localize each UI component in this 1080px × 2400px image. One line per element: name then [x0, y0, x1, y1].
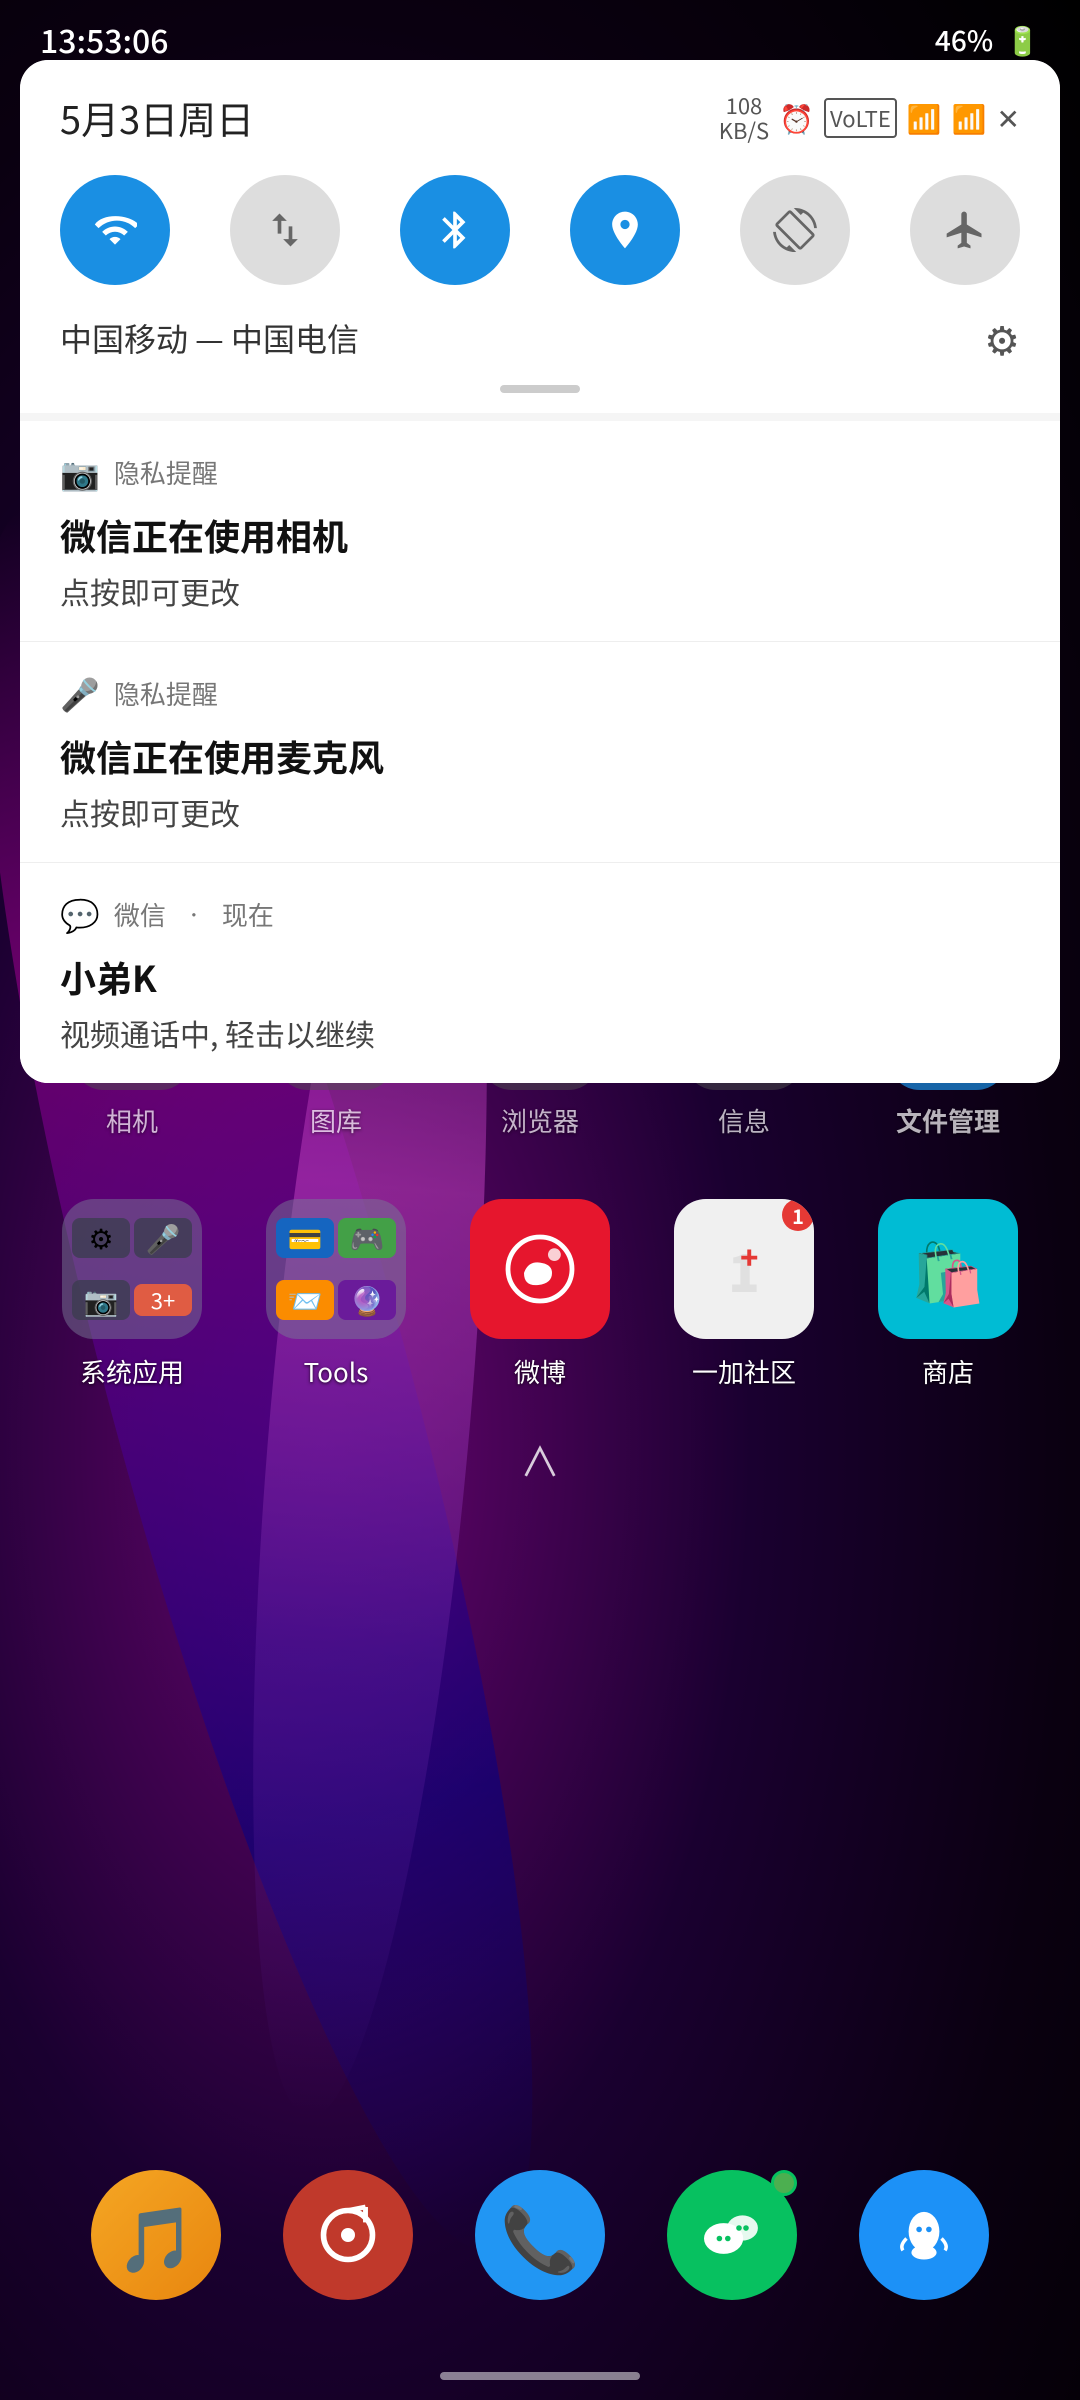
app-store-label: 商店: [922, 1353, 974, 1390]
network-label: 中国移动 — 中国电信: [60, 315, 359, 361]
data-toggle[interactable]: [230, 175, 340, 285]
wechat-notif-body: 视频通话中, 轻击以继续: [60, 1011, 1020, 1055]
notif-header-mic: 🎤 隐私提醒: [60, 670, 1020, 716]
rotation-toggle[interactable]: [740, 175, 850, 285]
notif-separator: •: [186, 902, 202, 926]
battery-percent: 46%: [935, 20, 993, 60]
app-weibo-label: 微博: [514, 1353, 566, 1390]
camera-notif-title: 微信正在使用相机: [60, 509, 1020, 561]
notif-header-wechat: 💬 微信 • 现在: [60, 891, 1020, 937]
mic-icon: 🎤: [60, 670, 100, 716]
status-bar: 13:53:06 46% 🔋: [0, 0, 1080, 80]
homescreen: 📷 相机 🖼️ 图库 🌐 浏览器 💬 信息 📁 文件管理 ⚙ 🎤 📷: [0, 960, 1080, 2400]
notifications-area: 📷 隐私提醒 微信正在使用相机 点按即可更改 🎤 隐私提醒 微信正在使用麦克风 …: [20, 421, 1060, 1083]
app-music-player[interactable]: 🎵: [91, 2170, 221, 2300]
wechat-notif-source: 微信: [114, 896, 166, 933]
qs-network: 中国移动 — 中国电信 ⚙: [60, 309, 1020, 377]
alarm-icon: ⏰: [779, 98, 814, 138]
app-store[interactable]: 🛍️ 商店: [878, 1199, 1018, 1390]
app-wechat[interactable]: [667, 2170, 797, 2300]
qs-toggles: [60, 175, 1020, 285]
time-display: 13:53:06: [40, 17, 169, 63]
notification-panel: 5月3日周日 108KB/S ⏰ VoLTE 📶 📶 ✕: [20, 60, 1060, 1083]
folder-tools-label: Tools: [304, 1353, 369, 1390]
wechat-icon: 💬: [60, 891, 100, 937]
network-speed: 108KB/S: [719, 93, 769, 141]
app-gallery-label: 图库: [310, 1102, 362, 1139]
quick-settings: 5月3日周日 108KB/S ⏰ VoLTE 📶 📶 ✕: [20, 60, 1060, 413]
app-oneplus-label: 一加社区: [692, 1353, 796, 1390]
status-bar-right: 46% 🔋: [935, 20, 1040, 60]
qs-status-icons: 108KB/S ⏰ VoLTE 📶 📶 ✕: [719, 93, 1020, 141]
no-signal-icon: ✕: [997, 98, 1020, 138]
mic-privacy-notification[interactable]: 🎤 隐私提醒 微信正在使用麦克风 点按即可更改: [20, 642, 1060, 863]
folder-system-apps-label: 系统应用: [80, 1353, 184, 1390]
folder-tools[interactable]: 💳 🎮 📨 🔮 Tools: [266, 1199, 406, 1390]
wechat-call-notification[interactable]: 💬 微信 • 现在 小弟K 视频通话中, 轻击以继续: [20, 863, 1060, 1083]
app-messages-label: 信息: [718, 1102, 770, 1139]
app-browser-label: 浏览器: [501, 1102, 579, 1139]
bottom-dock: 🎵 📞: [0, 2170, 1080, 2300]
mic-notif-body: 点按即可更改: [60, 790, 1020, 834]
camera-icon: 📷: [60, 449, 100, 495]
wifi-status-icon: 📶: [907, 98, 942, 138]
settings-icon[interactable]: ⚙: [984, 309, 1020, 367]
home-indicator[interactable]: [440, 2372, 640, 2380]
drag-handle: [500, 385, 580, 393]
airplane-toggle[interactable]: [910, 175, 1020, 285]
folder-system-apps[interactable]: ⚙ 🎤 📷 3+ 系统应用: [62, 1199, 202, 1390]
mic-notif-title: 微信正在使用麦克风: [60, 730, 1020, 782]
app-phone[interactable]: 📞: [475, 2170, 605, 2300]
mic-notif-source: 隐私提醒: [114, 675, 218, 712]
qs-header: 5月3日周日 108KB/S ⏰ VoLTE 📶 📶 ✕: [60, 90, 1020, 145]
app-qq[interactable]: [859, 2170, 989, 2300]
camera-privacy-notification[interactable]: 📷 隐私提醒 微信正在使用相机 点按即可更改: [20, 421, 1060, 642]
page-up-arrow[interactable]: ∧: [520, 1430, 560, 1488]
app-oneplus-community[interactable]: 1 + 1 一加社区: [674, 1199, 814, 1390]
qs-date: 5月3日周日: [60, 90, 254, 145]
folder-row: ⚙ 🎤 📷 3+ 系统应用 💳 🎮 📨 🔮 Tools: [0, 1159, 1080, 1410]
wechat-notif-time: 现在: [222, 896, 274, 933]
app-camera-label: 相机: [106, 1102, 158, 1139]
app-weibo[interactable]: 微博: [470, 1199, 610, 1390]
signal-icon: 📶: [952, 98, 987, 138]
location-toggle[interactable]: [570, 175, 680, 285]
battery-icon: 🔋: [1005, 20, 1040, 60]
camera-notif-source: 隐私提醒: [114, 454, 218, 491]
app-netease-music[interactable]: [283, 2170, 413, 2300]
app-filemanager-label: 文件管理: [896, 1102, 1000, 1139]
wechat-notif-title: 小弟K: [60, 951, 1020, 1003]
notif-header-camera: 📷 隐私提醒: [60, 449, 1020, 495]
camera-notif-body: 点按即可更改: [60, 569, 1020, 613]
bluetooth-toggle[interactable]: [400, 175, 510, 285]
volte-icon: VoLTE: [824, 98, 897, 138]
wifi-toggle[interactable]: [60, 175, 170, 285]
page-indicator: ∧: [0, 1410, 1080, 1508]
